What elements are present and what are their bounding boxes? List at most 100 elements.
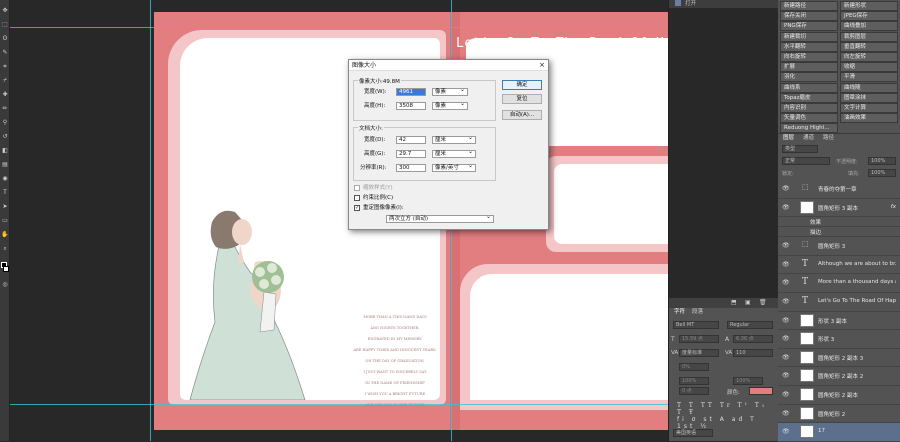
layer-row[interactable]: 👁 圆角矩形 2: [778, 405, 900, 424]
marquee-tool-icon[interactable]: ⬚: [1, 22, 9, 28]
visibility-eye-icon[interactable]: 👁: [782, 428, 790, 435]
text-color-swatch[interactable]: [749, 387, 773, 395]
action-button[interactable]: 油画效果: [840, 113, 898, 124]
action-button[interactable]: 裁剪图层: [840, 31, 898, 42]
lasso-tool-icon[interactable]: ʘ: [1, 36, 9, 42]
doc-width-input[interactable]: 42: [396, 136, 426, 144]
layer-effect-item[interactable]: 描边: [778, 227, 900, 238]
dialog-titlebar[interactable]: 图像大小 ×: [349, 60, 548, 71]
constrain-checkbox[interactable]: [354, 195, 360, 201]
zoom-tool-icon[interactable]: ⌕: [1, 246, 9, 252]
guide-line-horizontal[interactable]: [10, 404, 668, 405]
baseline-scale-input[interactable]: 100%: [733, 377, 763, 385]
layer-row[interactable]: 👁 T More than a thousand days a...: [778, 274, 900, 293]
opentype-buttons[interactable]: fi σ st A ad T 1st ½: [677, 416, 779, 430]
tab-character[interactable]: 字符: [671, 308, 689, 317]
resolution-input[interactable]: 300: [396, 164, 426, 172]
path-select-tool-icon[interactable]: ➤: [1, 204, 9, 210]
action-button[interactable]: JPEG保存: [840, 11, 898, 22]
close-icon[interactable]: ×: [539, 60, 545, 71]
doc-width-unit-select[interactable]: 厘米: [432, 135, 476, 144]
baseline-shift-input[interactable]: 0 点: [679, 387, 709, 395]
layer-row[interactable]: 👁 形状 3: [778, 330, 900, 349]
visibility-eye-icon[interactable]: 👁: [782, 261, 790, 268]
tab-paragraph[interactable]: 段落: [689, 308, 706, 317]
action-button[interactable]: 矢量调色: [780, 113, 838, 124]
visibility-eye-icon[interactable]: 👁: [782, 354, 790, 361]
action-button[interactable]: Reduong Highl...: [780, 123, 838, 134]
action-button[interactable]: 曲线叠加: [840, 21, 898, 32]
width-input[interactable]: 4961: [396, 88, 426, 96]
history-brush-tool-icon[interactable]: ↺: [1, 134, 9, 140]
layer-row[interactable]: 👁 形状 3 副本: [778, 312, 900, 331]
visibility-eye-icon[interactable]: 👁: [782, 185, 790, 192]
layer-kind-filter[interactable]: 类型: [782, 145, 818, 153]
brush-tool-icon[interactable]: ✏: [1, 106, 9, 112]
text-style-buttons[interactable]: T T TT Tr T¹ T₁ T Ŧ: [677, 402, 779, 416]
leading-input[interactable]: 6.36 点: [733, 335, 773, 343]
font-family-select[interactable]: Bell MT: [673, 321, 719, 329]
action-button[interactable]: 文字计算: [840, 103, 898, 113]
trash-icon[interactable]: 🗑: [759, 299, 767, 306]
clone-stamp-tool-icon[interactable]: ⚲: [1, 120, 9, 126]
action-button[interactable]: 收缩: [840, 62, 898, 73]
tab-paths[interactable]: 路径: [820, 134, 837, 143]
horizontal-scale-input[interactable]: 100%: [679, 377, 709, 385]
eraser-tool-icon[interactable]: ◧: [1, 148, 9, 154]
height-unit-select[interactable]: 像素: [432, 101, 468, 110]
quick-mask-icon[interactable]: ◎: [1, 282, 9, 288]
action-button[interactable]: 图章涂抹: [840, 92, 898, 103]
action-button[interactable]: 平滑: [840, 72, 898, 83]
visibility-eye-icon[interactable]: 👁: [782, 372, 790, 379]
layer-row[interactable]: 👁 圆角矩形 2 副本: [778, 386, 900, 405]
reset-button[interactable]: 复位: [502, 94, 542, 104]
action-button[interactable]: 向右旋转: [780, 52, 838, 62]
blend-mode-select[interactable]: 正常: [782, 157, 830, 165]
layer-row[interactable]: 👁 圆角矩形 2 副本 3: [778, 349, 900, 368]
layer-row[interactable]: 👁 ⬚ 圆角矩形 3: [778, 237, 900, 256]
visibility-eye-icon[interactable]: 👁: [782, 410, 790, 417]
width-unit-select[interactable]: 像素: [432, 87, 468, 96]
layer-row[interactable]: 👁 ⬚ 青春的夺第一章: [778, 180, 900, 199]
action-button[interactable]: 向左旋转: [840, 52, 898, 62]
action-button[interactable]: 水平翻转: [780, 41, 838, 52]
action-button[interactable]: 扩展: [780, 62, 838, 73]
move-tool-icon[interactable]: ✥: [1, 8, 9, 14]
action-button[interactable]: 新建路径: [780, 1, 838, 11]
opacity-input[interactable]: 100%: [868, 157, 896, 165]
visibility-eye-icon[interactable]: 👁: [782, 391, 790, 398]
eyedropper-tool-icon[interactable]: ⌿: [1, 78, 9, 84]
quick-select-tool-icon[interactable]: ✎: [1, 50, 9, 56]
visibility-eye-icon[interactable]: 👁: [782, 279, 790, 286]
action-button[interactable]: 曲线系: [780, 82, 838, 93]
new-icon[interactable]: ▣: [745, 299, 751, 306]
action-button[interactable]: 内容识别: [780, 103, 838, 113]
layer-effect-item[interactable]: 效果: [778, 217, 900, 228]
auto-button[interactable]: 自动(A)...: [502, 110, 542, 120]
guide-line-horizontal[interactable]: [10, 27, 668, 28]
font-style-select[interactable]: Regular: [727, 321, 773, 329]
layer-row[interactable]: 👁 圆角矩形 3 副本 fx: [778, 199, 900, 218]
visibility-eye-icon[interactable]: 👁: [782, 335, 790, 342]
language-select[interactable]: 美国英语: [673, 429, 713, 437]
tab-channels[interactable]: 通道: [800, 134, 817, 143]
ok-button[interactable]: 确定: [502, 80, 542, 90]
type-tool-icon[interactable]: T: [1, 190, 9, 196]
tab-layers[interactable]: 图层: [780, 134, 798, 143]
resolution-unit-select[interactable]: 像素/英寸: [432, 163, 476, 172]
vertical-scale-input[interactable]: 0%: [679, 363, 709, 371]
kerning-select[interactable]: 度量标准: [679, 349, 719, 357]
height-input[interactable]: 3508: [396, 102, 426, 110]
action-button[interactable]: 新建裁切: [780, 31, 838, 42]
resample-checkbox[interactable]: ✓: [354, 205, 360, 211]
shape-tool-icon[interactable]: ▭: [1, 218, 9, 224]
hand-tool-icon[interactable]: ✋: [1, 232, 9, 238]
action-button[interactable]: 垂直翻转: [840, 41, 898, 52]
resample-method-select[interactable]: 两次立方 (自动): [386, 214, 494, 223]
action-button[interactable]: 曲线随: [840, 82, 898, 93]
layer-row[interactable]: 👁 圆角矩形 2 副本 2: [778, 367, 900, 386]
visibility-eye-icon[interactable]: 👁: [782, 242, 790, 249]
layer-row[interactable]: 👁 T Although we are about to br...: [778, 256, 900, 275]
crop-tool-icon[interactable]: ⌗: [1, 64, 9, 70]
action-button[interactable]: Topaz磨皮: [780, 92, 838, 103]
